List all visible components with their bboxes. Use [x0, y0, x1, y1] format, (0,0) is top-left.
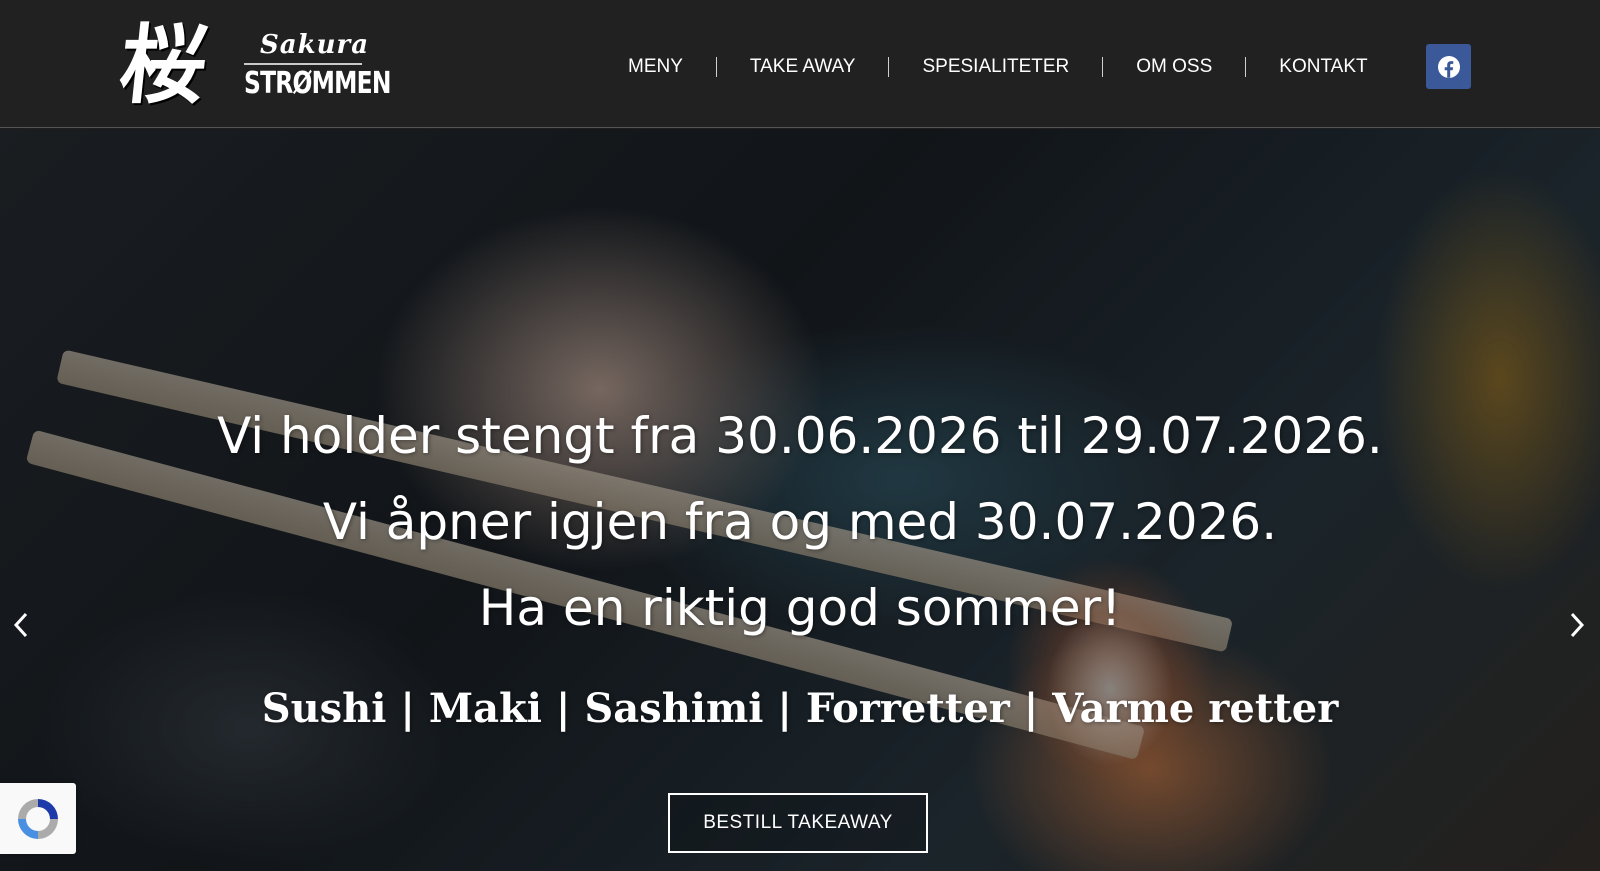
- order-takeaway-button[interactable]: BESTILL TAKEAWAY: [668, 793, 928, 853]
- facebook-button[interactable]: [1426, 44, 1471, 89]
- nav-divider: [888, 57, 890, 77]
- closing-notice-line: Ha en riktig god sommer!: [478, 579, 1122, 637]
- closing-notice: Vi holder stengt fra 30.06.2026 til 29.0…: [0, 393, 1600, 651]
- nav-item-take-away[interactable]: TAKE AWAY: [750, 56, 856, 78]
- nav-item-spesialiteter[interactable]: SPESIALITETER: [922, 56, 1069, 78]
- closing-notice-line: Vi åpner igjen fra og med 30.07.2026.: [322, 493, 1278, 551]
- slider-next-button[interactable]: [1562, 605, 1592, 645]
- main-nav: MENY TAKE AWAY SPESIALITETER OM OSS KONT…: [628, 50, 1368, 84]
- nav-divider: [1245, 57, 1247, 77]
- hero-banner: Vi holder stengt fra 30.06.2026 til 29.0…: [0, 129, 1600, 871]
- nav-item-om-oss[interactable]: OM OSS: [1136, 56, 1212, 78]
- chevron-left-icon: [13, 612, 28, 638]
- chevron-right-icon: [1570, 612, 1585, 638]
- logo[interactable]: 桜 Sakura STRØMMEN: [115, 15, 392, 116]
- nav-divider: [715, 57, 717, 77]
- logo-name: STRØMMEN: [244, 66, 391, 101]
- logo-script-name: Sakura: [260, 30, 370, 60]
- logo-divider: [244, 63, 362, 65]
- site-header: 桜 Sakura STRØMMEN MENY TAKE AWAY SPESIAL…: [0, 0, 1600, 128]
- slider-prev-button[interactable]: [6, 605, 36, 645]
- nav-item-kontakt[interactable]: KONTAKT: [1279, 56, 1367, 78]
- logo-kanji: 桜: [114, 15, 212, 116]
- recaptcha-badge[interactable]: [0, 783, 76, 854]
- nav-item-meny[interactable]: MENY: [628, 56, 683, 78]
- nav-divider: [1102, 57, 1104, 77]
- closing-notice-line: Vi holder stengt fra 30.06.2026 til 29.0…: [217, 407, 1383, 465]
- facebook-icon: [1437, 55, 1460, 78]
- menu-categories: Sushi | Maki | Sashimi | Forretter | Var…: [261, 685, 1339, 732]
- recaptcha-icon: [18, 798, 58, 839]
